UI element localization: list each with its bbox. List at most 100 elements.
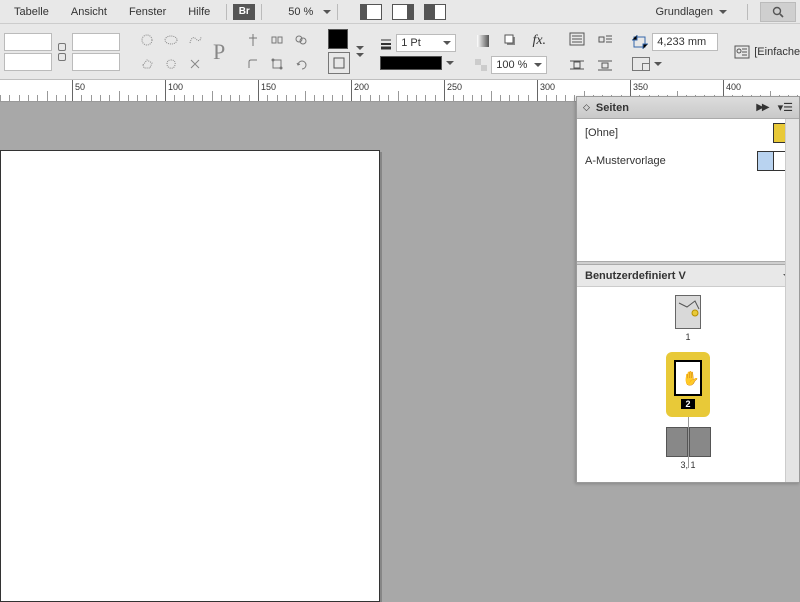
page-artboard[interactable]	[0, 150, 380, 602]
effect-shadow-icon[interactable]	[500, 30, 522, 52]
rotate-icon[interactable]	[290, 53, 312, 75]
opacity-value: 100 %	[496, 59, 527, 71]
align-tool-icon[interactable]	[242, 29, 264, 51]
panel-scrollbar[interactable]	[785, 119, 799, 482]
chevron-down-icon	[719, 10, 727, 14]
pages-panel: ◇ Seiten ▶▶ ▾☰ [Ohne] A-Mustervorlage Be…	[576, 96, 800, 483]
h-field[interactable]	[72, 53, 120, 71]
stroke-style-preview[interactable]	[380, 56, 442, 70]
ruler-tick: 50	[72, 80, 73, 102]
chevron-down-icon	[443, 41, 451, 45]
page-icon	[675, 295, 701, 329]
shape-freeform-icon[interactable]	[184, 29, 206, 51]
collapse-arrows-icon[interactable]: ▶▶	[756, 102, 767, 113]
divider	[226, 4, 227, 20]
fx-button[interactable]: fx.	[528, 30, 550, 52]
menu-hilfe[interactable]: Hilfe	[178, 3, 220, 21]
masters-section: [Ohne] A-Mustervorlage	[577, 119, 799, 261]
corner-options-icon[interactable]	[632, 57, 650, 71]
divider	[337, 4, 338, 20]
fill-swatch[interactable]	[328, 29, 348, 49]
text-wrap-around-icon[interactable]	[566, 54, 588, 76]
stroke-weight-field[interactable]: 1 Pt	[396, 34, 456, 52]
stroke-weight-value: 1 Pt	[401, 37, 421, 49]
x-field[interactable]	[4, 33, 52, 51]
page-spread-thumb[interactable]: 3, 1	[666, 427, 711, 470]
frame-rect-icon[interactable]	[328, 52, 350, 74]
ruler-tick: 150	[258, 80, 259, 102]
shape-blob-icon[interactable]	[160, 53, 182, 75]
panel-header[interactable]: ◇ Seiten ▶▶ ▾☰	[577, 97, 799, 119]
divider	[261, 4, 262, 20]
menubar: Tabelle Ansicht Fenster Hilfe Br 50 % Gr…	[0, 0, 800, 24]
ruler-tick: 300	[537, 80, 538, 102]
text-wrap-skip-icon[interactable]	[594, 54, 616, 76]
zoom-value: 50 %	[282, 4, 319, 20]
graphic-style-icon	[734, 45, 750, 59]
search-icon	[772, 6, 784, 18]
ruler-tick: 100	[165, 80, 166, 102]
zoom-control[interactable]: 50 %	[282, 4, 331, 20]
master-name: [Ohne]	[585, 127, 618, 139]
search-button[interactable]	[760, 2, 796, 22]
panel-menu-icon[interactable]: ▾☰	[778, 101, 793, 114]
shape-cross-icon[interactable]	[184, 53, 206, 75]
view-mode-split-icon[interactable]	[424, 4, 446, 20]
view-mode-left-icon[interactable]	[360, 4, 382, 20]
page-label: 2	[681, 399, 694, 409]
page-thumb-selected[interactable]: ✋ 2	[666, 352, 710, 417]
workspace-switcher[interactable]: Grundlagen	[648, 4, 736, 20]
collapse-icon[interactable]: ◇	[583, 102, 590, 113]
transform-icon[interactable]	[266, 53, 288, 75]
page-size-label: Benutzerdefiniert V	[585, 270, 777, 282]
view-mode-buttons	[360, 4, 446, 20]
divider	[747, 4, 748, 20]
bridge-icon[interactable]: Br	[233, 4, 255, 20]
panel-subheader[interactable]: Benutzerdefiniert V	[577, 265, 799, 287]
chevron-down-icon[interactable]	[356, 53, 364, 57]
view-mode-right-icon[interactable]	[392, 4, 414, 20]
hand-icon: ✋	[682, 370, 699, 387]
chevron-down-icon[interactable]	[446, 61, 454, 65]
crop-icon	[632, 35, 648, 49]
masters-empty-area[interactable]	[577, 175, 799, 261]
pathfinder-icon[interactable]	[290, 29, 312, 51]
spread-icon	[666, 427, 711, 457]
menu-ansicht[interactable]: Ansicht	[61, 3, 117, 21]
chevron-down-icon[interactable]	[654, 62, 662, 66]
page-label: 3, 1	[680, 460, 695, 470]
master-name: A-Mustervorlage	[585, 155, 666, 167]
opacity-icon	[475, 59, 487, 71]
control-toolbar: P 1 Pt fx.	[0, 24, 800, 80]
effect-gradient-icon[interactable]	[472, 30, 494, 52]
page-thumb[interactable]: 1	[675, 295, 701, 342]
distribute-tool-icon[interactable]	[266, 29, 288, 51]
mm-value: 4,233 mm	[657, 36, 706, 48]
pages-list: 1 ✋ 2 3, 1	[577, 287, 799, 482]
page-label: 1	[685, 332, 690, 342]
paragraph-icon[interactable]: P	[212, 41, 226, 63]
text-wrap-none-icon[interactable]	[566, 28, 588, 50]
ruler-tick: 250	[444, 80, 445, 102]
shape-circle-icon[interactable]	[136, 29, 158, 51]
mm-field[interactable]: 4,233 mm	[652, 33, 718, 51]
shape-poly-icon[interactable]	[136, 53, 158, 75]
graphic-style-label[interactable]: [Einfacher Grafik	[754, 46, 800, 58]
chevron-down-icon[interactable]	[356, 46, 364, 50]
link-dimensions-icon[interactable]	[55, 32, 69, 72]
page-icon: ✋	[674, 360, 702, 396]
corner-tool-icon[interactable]	[242, 53, 264, 75]
shape-ellipse-icon[interactable]	[160, 29, 182, 51]
menu-fenster[interactable]: Fenster	[119, 3, 176, 21]
chevron-down-icon	[534, 63, 542, 67]
text-wrap-jump-icon[interactable]	[594, 28, 616, 50]
menu-tabelle[interactable]: Tabelle	[4, 3, 59, 21]
stroke-weight-icon	[380, 37, 392, 49]
workspace-label: Grundlagen	[656, 6, 714, 18]
w-field[interactable]	[72, 33, 120, 51]
ruler-tick: 200	[351, 80, 352, 102]
master-row[interactable]: A-Mustervorlage	[577, 147, 799, 175]
master-row[interactable]: [Ohne]	[577, 119, 799, 147]
y-field[interactable]	[4, 53, 52, 71]
opacity-field[interactable]: 100 %	[491, 56, 547, 74]
